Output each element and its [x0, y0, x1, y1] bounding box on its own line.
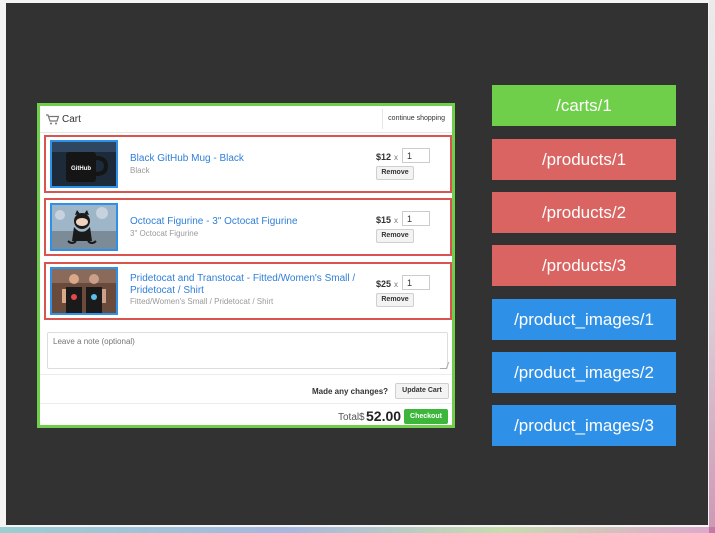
divider — [40, 374, 452, 375]
remove-button[interactable]: Remove — [376, 293, 414, 307]
item-price: $15 — [376, 215, 392, 225]
quantity-input[interactable] — [402, 275, 430, 290]
quantity-input[interactable] — [402, 148, 430, 163]
times-sign: x — [394, 216, 398, 225]
item-variant: 3" Octocat Figurine — [130, 229, 199, 238]
pridetocat-shirt-image[interactable] — [50, 267, 118, 315]
right-edge-stripe — [709, 0, 715, 533]
remove-button[interactable]: Remove — [376, 229, 414, 243]
item-name-link[interactable]: Octocat Figurine - 3" Octocat Figurine — [130, 216, 370, 228]
resize-grip-icon[interactable] — [439, 362, 450, 369]
total-label: Total — [338, 412, 360, 423]
item-price: $25 — [376, 279, 392, 289]
update-cart-button[interactable]: Update Cart — [395, 383, 449, 399]
note-textarea[interactable] — [47, 332, 448, 369]
continue-shopping-button[interactable]: continue shopping — [382, 109, 450, 129]
cart-panel: Cart continue shopping GitHub Black GitH… — [37, 103, 455, 428]
divider — [40, 403, 452, 404]
route-label-product-3: /products/3 — [492, 245, 676, 286]
route-label-product-image-2: /product_images/2 — [492, 352, 676, 393]
item-variant: Fitted/Women's Small / Pridetocat / Shir… — [130, 297, 274, 306]
route-label-product-2: /products/2 — [492, 192, 676, 233]
mug-logo-text: GitHub — [71, 166, 91, 172]
bottom-edge-stripe — [0, 527, 715, 533]
cart-item: Pridetocat and Transtocat - Fitted/Women… — [44, 262, 452, 320]
item-variant: Black — [130, 166, 150, 175]
route-label-product-image-1: /product_images/1 — [492, 299, 676, 340]
route-label-product-image-3: /product_images/3 — [492, 405, 676, 446]
octocat-figurine-image[interactable] — [50, 203, 118, 251]
route-label-carts: /carts/1 — [492, 85, 676, 126]
total-currency: $ — [359, 412, 365, 423]
remove-button[interactable]: Remove — [376, 166, 414, 180]
cart-header: Cart continue shopping — [40, 106, 452, 133]
changes-label: Made any changes? — [312, 387, 389, 396]
cart-item: GitHub Black GitHub Mug - Black Black $1… — [44, 135, 452, 193]
times-sign: x — [394, 280, 398, 289]
route-label-product-1: /products/1 — [492, 139, 676, 180]
item-name-link[interactable]: Black GitHub Mug - Black — [130, 153, 370, 165]
cart-item: Octocat Figurine - 3" Octocat Figurine 3… — [44, 198, 452, 256]
checkout-button[interactable]: Checkout — [404, 409, 448, 424]
item-name-link[interactable]: Pridetocat and Transtocat - Fitted/Women… — [130, 273, 370, 297]
total-value: 52.00 — [366, 408, 402, 424]
quantity-input[interactable] — [402, 211, 430, 226]
shopping-cart-icon — [46, 114, 59, 125]
item-price: $12 — [376, 152, 392, 162]
github-mug-image[interactable]: GitHub — [50, 140, 118, 188]
times-sign: x — [394, 153, 398, 162]
cart-title: Cart — [62, 114, 81, 125]
